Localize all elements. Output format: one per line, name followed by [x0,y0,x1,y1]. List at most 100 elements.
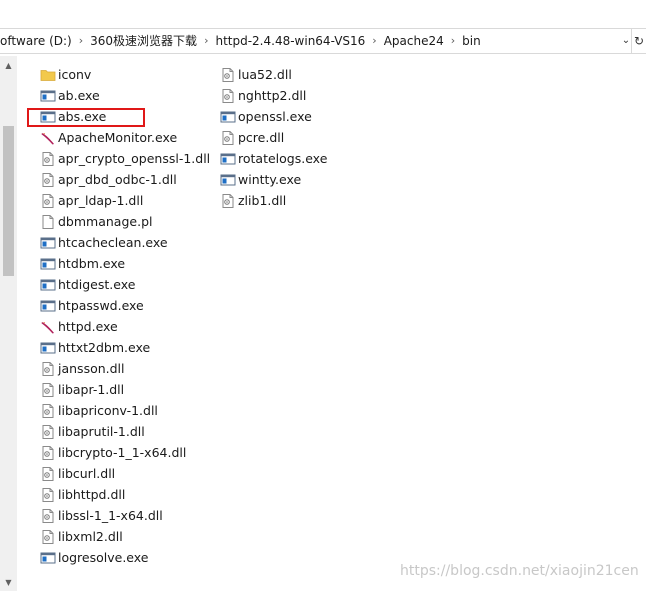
file-item-libcrypto-1-1-x64-dll[interactable]: libcrypto-1_1-x64.dll [40,442,186,463]
file-item-httpd-exe[interactable]: httpd.exe [40,316,118,337]
file-item-apachemonitor-exe[interactable]: ApacheMonitor.exe [40,127,177,148]
dll-file-icon [40,529,56,545]
file-name-label: apr_dbd_odbc-1.dll [58,172,177,187]
file-item-htdigest-exe[interactable]: htdigest.exe [40,274,135,295]
dll-file-icon [40,382,56,398]
breadcrumb-separator-icon[interactable]: › [201,29,211,53]
highlight-annotation-box [27,108,145,127]
file-name-label: apr_crypto_openssl-1.dll [58,151,211,166]
file-name-label: nghttp2.dll [238,88,307,103]
address-bar[interactable]: oftware (D:) › 360极速浏览器下载 › httpd-2.4.48… [0,28,646,54]
file-item-openssl-exe[interactable]: openssl.exe [220,106,312,127]
exe-window-icon [40,277,56,293]
file-item-libcurl-dll[interactable]: libcurl.dll [40,463,115,484]
nav-pane-scrollbar[interactable]: ▲ ▼ [0,56,17,591]
scroll-up-arrow-icon[interactable]: ▲ [0,60,17,72]
dll-file-icon [40,172,56,188]
file-name-label: ApacheMonitor.exe [58,130,178,145]
dll-file-icon [40,361,56,377]
file-name-label: openssl.exe [238,109,312,124]
breadcrumb-separator-icon[interactable]: › [76,29,86,53]
file-item-libapr-1-dll[interactable]: libapr-1.dll [40,379,124,400]
watermark-text: https://blog.csdn.net/xiaojin21cen [400,563,639,579]
dll-file-icon [40,466,56,482]
breadcrumb-httpd[interactable]: httpd-2.4.48-win64-VS16 [211,29,369,53]
file-item-jansson-dll[interactable]: jansson.dll [40,358,125,379]
breadcrumb-drive[interactable]: oftware (D:) [0,29,76,53]
file-item-lua52-dll[interactable]: lua52.dll [220,64,292,85]
dll-file-icon [220,130,236,146]
file-item-apr-ldap-1-dll[interactable]: apr_ldap-1.dll [40,190,143,211]
scroll-down-arrow-icon[interactable]: ▼ [0,577,17,589]
file-name-label: libcurl.dll [58,466,116,481]
file-name-label: ab.exe [58,88,100,103]
exe-window-icon [220,151,236,167]
breadcrumb-browser-downloads[interactable]: 360极速浏览器下载 [86,29,201,53]
file-item-rotatelogs-exe[interactable]: rotatelogs.exe [220,148,327,169]
apache-feather-icon [40,319,56,335]
file-item-dbmmanage-pl[interactable]: dbmmanage.pl [40,211,152,232]
breadcrumb-separator-icon[interactable]: › [369,29,379,53]
file-name-label: libssl-1_1-x64.dll [58,508,163,523]
file-item-ab-exe[interactable]: ab.exe [40,85,100,106]
file-item-pcre-dll[interactable]: pcre.dll [220,127,284,148]
file-name-label: pcre.dll [238,130,285,145]
file-item-libhttpd-dll[interactable]: libhttpd.dll [40,484,125,505]
exe-window-icon [220,109,236,125]
file-name-label: libapriconv-1.dll [58,403,158,418]
scroll-thumb[interactable] [3,126,14,276]
file-item-apr-dbd-odbc-1-dll[interactable]: apr_dbd_odbc-1.dll [40,169,177,190]
breadcrumb-bin[interactable]: bin [458,29,485,53]
file-name-label: zlib1.dll [238,193,287,208]
file-name-label: libaprutil-1.dll [58,424,145,439]
file-item-libssl-1-1-x64-dll[interactable]: libssl-1_1-x64.dll [40,505,163,526]
dll-file-icon [40,424,56,440]
refresh-icon[interactable]: ↻ [631,29,646,53]
file-item-htpasswd-exe[interactable]: htpasswd.exe [40,295,144,316]
file-name-label: libcrypto-1_1-x64.dll [58,445,187,460]
file-name-label: iconv [58,67,92,82]
file-name-label: apr_ldap-1.dll [58,193,144,208]
breadcrumb: oftware (D:) › 360极速浏览器下载 › httpd-2.4.48… [0,29,485,53]
exe-window-icon [40,550,56,566]
exe-window-icon [40,298,56,314]
folder-icon [40,67,56,83]
dll-file-icon [40,193,56,209]
file-name-label: lua52.dll [238,67,292,82]
exe-window-icon [40,340,56,356]
dll-file-icon [220,88,236,104]
file-item-zlib1-dll[interactable]: zlib1.dll [220,190,286,211]
file-item-libxml2-dll[interactable]: libxml2.dll [40,526,123,547]
file-name-label: libapr-1.dll [58,382,125,397]
dll-file-icon [40,445,56,461]
dll-file-icon [40,403,56,419]
apache-feather-icon [40,130,56,146]
file-item-logresolve-exe[interactable]: logresolve.exe [40,547,148,568]
file-item-htcacheclean-exe[interactable]: htcacheclean.exe [40,232,168,253]
file-name-label: htdbm.exe [58,256,126,271]
exe-window-icon [40,235,56,251]
file-name-label: libxml2.dll [58,529,123,544]
file-name-label: htdigest.exe [58,277,136,292]
file-name-label: jansson.dll [58,361,125,376]
file-item-iconv[interactable]: iconv [40,64,91,85]
breadcrumb-separator-icon[interactable]: › [448,29,458,53]
file-item-nghttp2-dll[interactable]: nghttp2.dll [220,85,306,106]
file-name-label: dbmmanage.pl [58,214,153,229]
dll-file-icon [220,193,236,209]
file-item-httxt2dbm-exe[interactable]: httxt2dbm.exe [40,337,150,358]
file-item-wintty-exe[interactable]: wintty.exe [220,169,301,190]
file-name-label: rotatelogs.exe [238,151,328,166]
file-item-htdbm-exe[interactable]: htdbm.exe [40,253,125,274]
file-name-label: htcacheclean.exe [58,235,168,250]
file-item-apr-crypto-openssl-1-dll[interactable]: apr_crypto_openssl-1.dll [40,148,210,169]
file-item-libapriconv-1-dll[interactable]: libapriconv-1.dll [40,400,158,421]
file-name-label: httxt2dbm.exe [58,340,151,355]
dll-file-icon [40,508,56,524]
breadcrumb-apache24[interactable]: Apache24 [380,29,448,53]
file-name-label: logresolve.exe [58,550,149,565]
dll-file-icon [220,67,236,83]
dll-file-icon [40,487,56,503]
file-item-libaprutil-1-dll[interactable]: libaprutil-1.dll [40,421,145,442]
file-name-label: wintty.exe [238,172,302,187]
